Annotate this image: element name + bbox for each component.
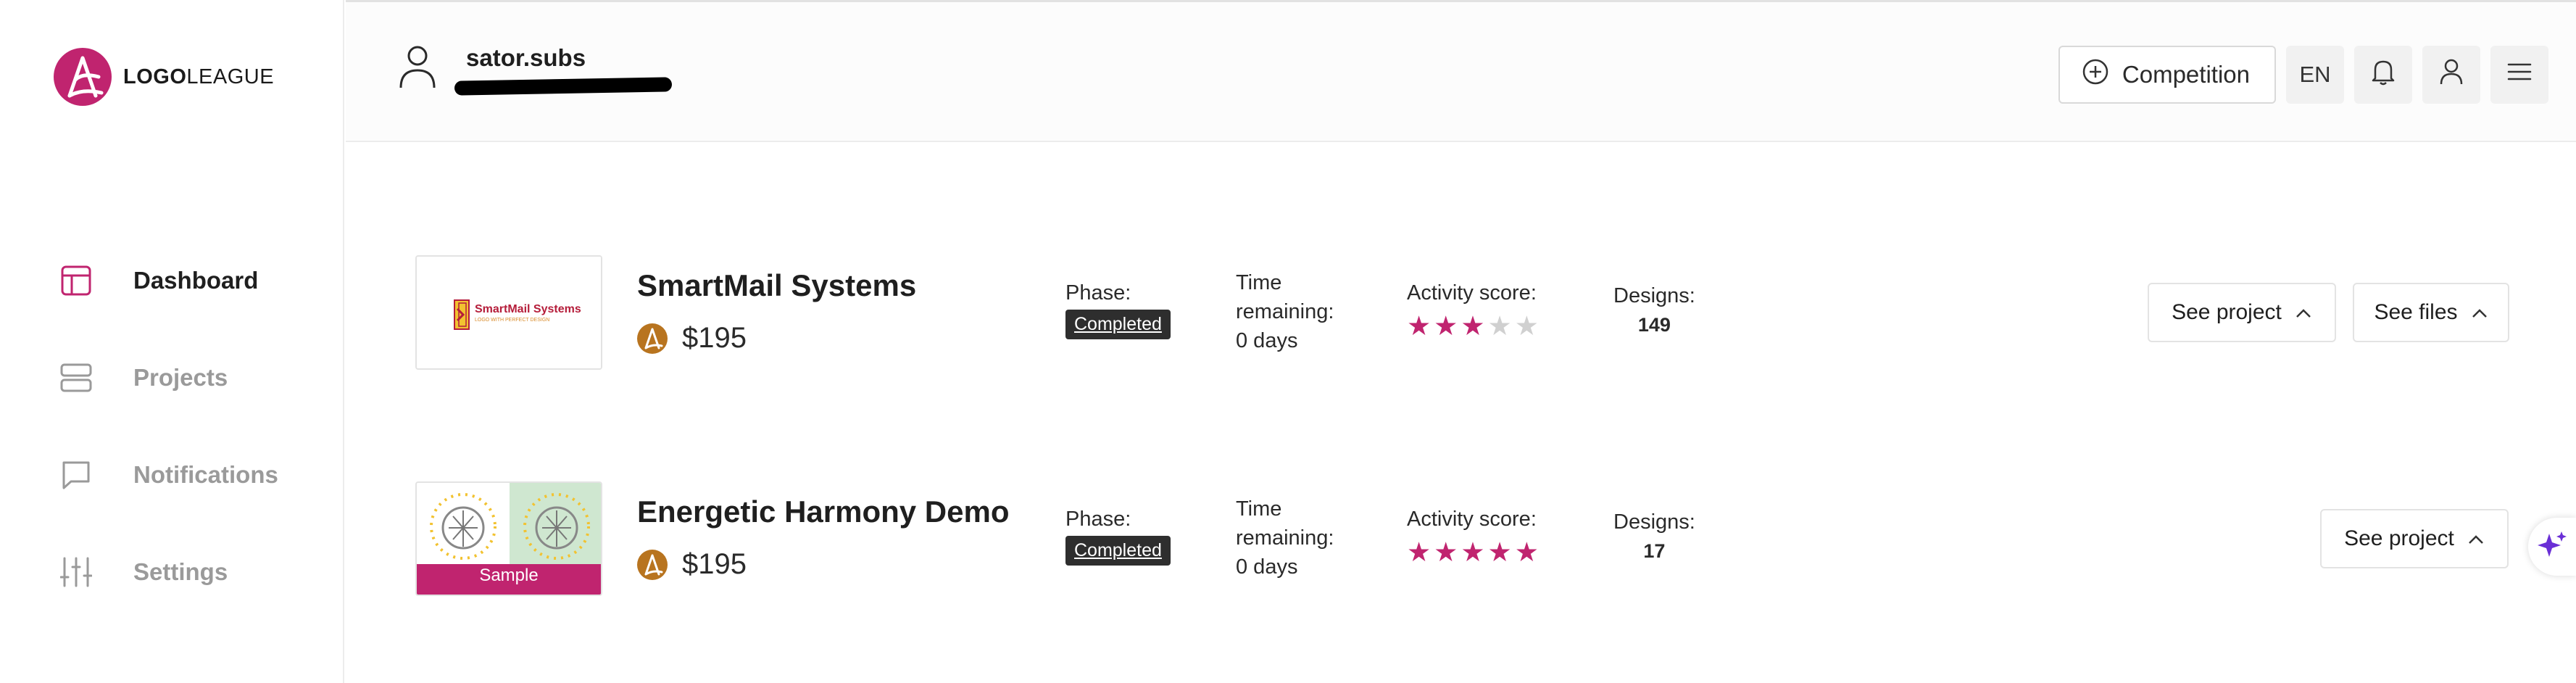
project-thumbnail[interactable]: SmartMail Systems LOGO WITH PERFECT DESI… xyxy=(415,255,602,370)
top-header: sator.subs Competition EN xyxy=(346,0,2576,142)
star-rating: ★ ★ ★ ★ ★ xyxy=(1407,312,1539,339)
star-filled-icon: ★ xyxy=(1514,537,1539,567)
sidebar-item-label: Settings xyxy=(133,558,228,585)
phase-label: Phase: xyxy=(1065,281,1131,305)
logo-text: LOGOLEAGUE xyxy=(123,65,275,88)
activity-label: Activity score: xyxy=(1407,508,1537,531)
star-filled-icon: ★ xyxy=(1461,311,1485,341)
time-remaining: Time remaining: 0 days xyxy=(1236,494,1334,581)
logo-mark-icon xyxy=(54,48,112,106)
project-price: $195 xyxy=(637,548,747,581)
sidebar-item-dashboard[interactable]: Dashboard xyxy=(58,232,278,329)
status-badge[interactable]: Completed xyxy=(1065,310,1171,339)
chevron-up-icon xyxy=(2471,300,2488,325)
sparkle-icon xyxy=(2536,529,2568,565)
sidebar-item-notifications[interactable]: Notifications xyxy=(58,426,278,523)
bell-icon xyxy=(2371,58,2396,91)
time-remaining: Time remaining: 0 days xyxy=(1236,268,1334,355)
plus-circle-icon xyxy=(2082,58,2109,91)
coin-icon xyxy=(637,549,668,580)
star-rating: ★ ★ ★ ★ ★ xyxy=(1407,539,1539,566)
activity-label: Activity score: xyxy=(1407,281,1537,305)
header-actions: Competition EN xyxy=(2058,46,2548,104)
chevron-up-icon xyxy=(2467,526,2485,551)
designs-count: Designs: 17 xyxy=(1613,510,1695,563)
project-name[interactable]: SmartMail Systems xyxy=(637,268,916,303)
see-files-label: See files xyxy=(2374,300,2458,324)
star-filled-icon: ★ xyxy=(1407,311,1432,341)
new-competition-button[interactable]: Competition xyxy=(2058,46,2276,104)
user-info: sator.subs xyxy=(396,44,673,96)
designs-value: 17 xyxy=(1643,540,1666,562)
see-project-label: See project xyxy=(2172,300,2282,324)
sidebar-item-settings[interactable]: Settings xyxy=(58,523,278,621)
logo[interactable]: LOGOLEAGUE xyxy=(54,48,274,106)
sidebar-nav: Dashboard Projects Notifications Setting… xyxy=(58,232,278,621)
time-label-line2: remaining: xyxy=(1236,300,1334,323)
star-empty-icon: ★ xyxy=(1487,311,1512,341)
time-label-line1: Time xyxy=(1236,271,1282,294)
see-files-button[interactable]: See files xyxy=(2353,283,2509,342)
projects-icon xyxy=(58,360,94,396)
language-button[interactable]: EN xyxy=(2286,46,2344,104)
competition-label: Competition xyxy=(2122,61,2250,88)
time-label-line2: remaining: xyxy=(1236,526,1334,550)
user-icon xyxy=(2439,58,2464,91)
phase-label: Phase: xyxy=(1065,508,1131,531)
thumb-logo-text: SmartMail Systems xyxy=(475,303,581,315)
dashboard-icon xyxy=(58,262,94,299)
designs-label: Designs: xyxy=(1613,284,1695,307)
ai-assistant-button[interactable] xyxy=(2528,518,2576,576)
menu-button[interactable] xyxy=(2490,46,2548,104)
price-value: $195 xyxy=(682,548,747,580)
star-filled-icon: ★ xyxy=(1434,537,1458,567)
designs-count: Designs: 149 xyxy=(1613,284,1695,336)
project-row: SmartMail Systems LOGO WITH PERFECT DESI… xyxy=(415,255,2517,371)
project-price: $195 xyxy=(637,322,747,355)
time-label-line1: Time xyxy=(1236,497,1282,521)
sidebar-item-label: Dashboard xyxy=(133,267,259,294)
see-project-button[interactable]: See project xyxy=(2148,283,2336,342)
designs-value: 149 xyxy=(1637,314,1671,336)
designs-label: Designs: xyxy=(1613,510,1695,534)
project-thumbnail[interactable]: Sample xyxy=(415,481,602,596)
star-filled-icon: ★ xyxy=(1461,537,1485,567)
see-project-button[interactable]: See project xyxy=(2320,509,2509,568)
hamburger-menu-icon xyxy=(2507,62,2532,88)
activity-score: Activity score: ★ ★ ★ ★ ★ xyxy=(1407,508,1539,566)
thumb-logo-subtext: LOGO WITH PERFECT DESIGN xyxy=(475,318,550,323)
user-outline-icon xyxy=(396,44,439,89)
see-project-label: See project xyxy=(2344,526,2454,550)
notifications-button[interactable] xyxy=(2354,46,2412,104)
sidebar-item-projects[interactable]: Projects xyxy=(58,329,278,426)
redaction-bar xyxy=(454,77,673,96)
coin-icon xyxy=(637,323,668,354)
sample-badge: Sample xyxy=(479,566,539,585)
star-filled-icon: ★ xyxy=(1407,537,1432,567)
sliders-icon xyxy=(58,554,94,590)
phase-block: Phase: Completed xyxy=(1065,281,1171,339)
username: sator.subs xyxy=(466,44,586,71)
sidebar-item-label: Projects xyxy=(133,364,228,391)
sidebar-item-label: Notifications xyxy=(133,461,278,488)
project-name[interactable]: Energetic Harmony Demo xyxy=(637,494,1009,529)
phase-block: Phase: Completed xyxy=(1065,508,1171,566)
chevron-up-icon xyxy=(2295,300,2312,325)
account-button[interactable] xyxy=(2422,46,2480,104)
star-filled-icon: ★ xyxy=(1487,537,1512,567)
star-filled-icon: ★ xyxy=(1434,311,1458,341)
project-row: Sample Energetic Harmony Demo $195 Phase… xyxy=(415,481,2517,597)
activity-score: Activity score: ★ ★ ★ ★ ★ xyxy=(1407,281,1539,339)
chat-bubble-icon xyxy=(58,457,94,493)
status-badge[interactable]: Completed xyxy=(1065,536,1171,566)
time-value: 0 days xyxy=(1236,555,1298,579)
star-empty-icon: ★ xyxy=(1514,311,1539,341)
price-value: $195 xyxy=(682,322,747,354)
time-value: 0 days xyxy=(1236,329,1298,352)
sidebar: LOGOLEAGUE Dashboard Projects Notificati… xyxy=(0,0,344,683)
